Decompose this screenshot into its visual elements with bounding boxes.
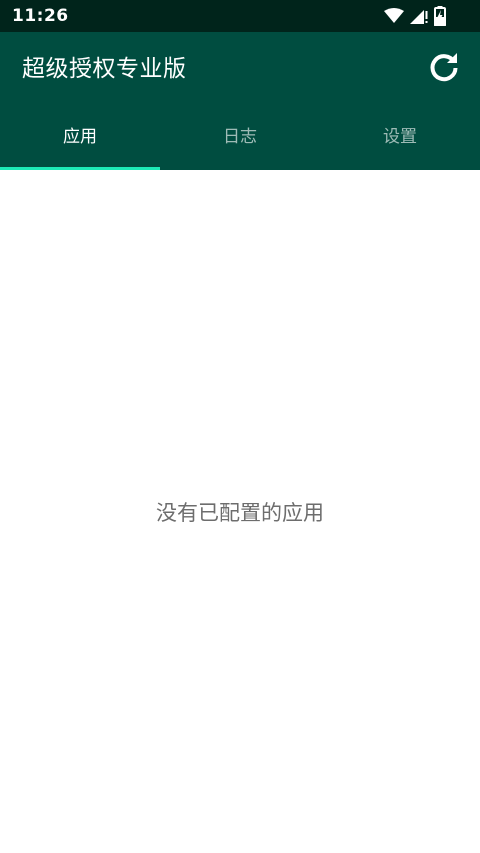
app-title: 超级授权专业版 [22, 56, 187, 82]
cellular-signal-icon [410, 8, 428, 24]
status-time: 11:26 [12, 6, 69, 26]
tab-logs-label: 日志 [223, 127, 257, 147]
tab-settings[interactable]: 设置 [320, 107, 480, 170]
battery-charging-icon [434, 6, 446, 26]
empty-state-message: 没有已配置的应用 [156, 501, 324, 525]
app-bar: 超级授权专业版 应用 日志 设置 [0, 32, 480, 170]
refresh-icon [428, 52, 460, 88]
status-bar: 11:26 [0, 0, 480, 32]
tab-indicator [0, 167, 160, 170]
refresh-button[interactable] [424, 50, 464, 90]
tab-logs[interactable]: 日志 [160, 107, 320, 170]
tab-apps-label: 应用 [63, 127, 97, 147]
screen: 11:26 超级授权专业版 应用 日志 设置 没有已配置的应用 [0, 0, 480, 853]
status-icons [384, 5, 446, 27]
wifi-icon [384, 8, 404, 24]
toolbar: 超级授权专业版 [0, 32, 480, 107]
tab-settings-label: 设置 [383, 127, 417, 147]
tab-apps[interactable]: 应用 [0, 107, 160, 170]
tab-bar: 应用 日志 设置 [0, 107, 480, 170]
